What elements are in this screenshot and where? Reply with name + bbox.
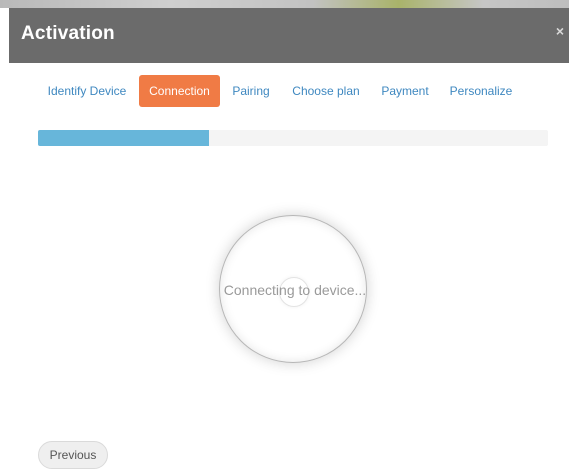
step-identify-device[interactable]: Identify Device <box>41 75 133 107</box>
activation-modal: Activation × Identify Device Connection … <box>9 8 569 476</box>
progress-bar-fill <box>38 130 209 146</box>
previous-button[interactable]: Previous <box>38 441 108 469</box>
background-page-strip <box>0 0 569 8</box>
close-icon[interactable]: × <box>553 23 567 39</box>
step-payment[interactable]: Payment <box>378 75 432 107</box>
step-personalize[interactable]: Personalize <box>446 75 516 107</box>
connection-status-text: Connecting to device... <box>223 282 367 298</box>
step-choose-plan[interactable]: Choose plan <box>288 75 364 107</box>
modal-header: Activation × <box>9 8 569 63</box>
wizard-steps: Identify Device Connection Pairing Choos… <box>9 75 569 107</box>
progress-bar <box>38 130 548 146</box>
step-pairing[interactable]: Pairing <box>228 75 274 107</box>
step-connection[interactable]: Connection <box>139 75 220 107</box>
modal-title: Activation <box>21 23 115 44</box>
